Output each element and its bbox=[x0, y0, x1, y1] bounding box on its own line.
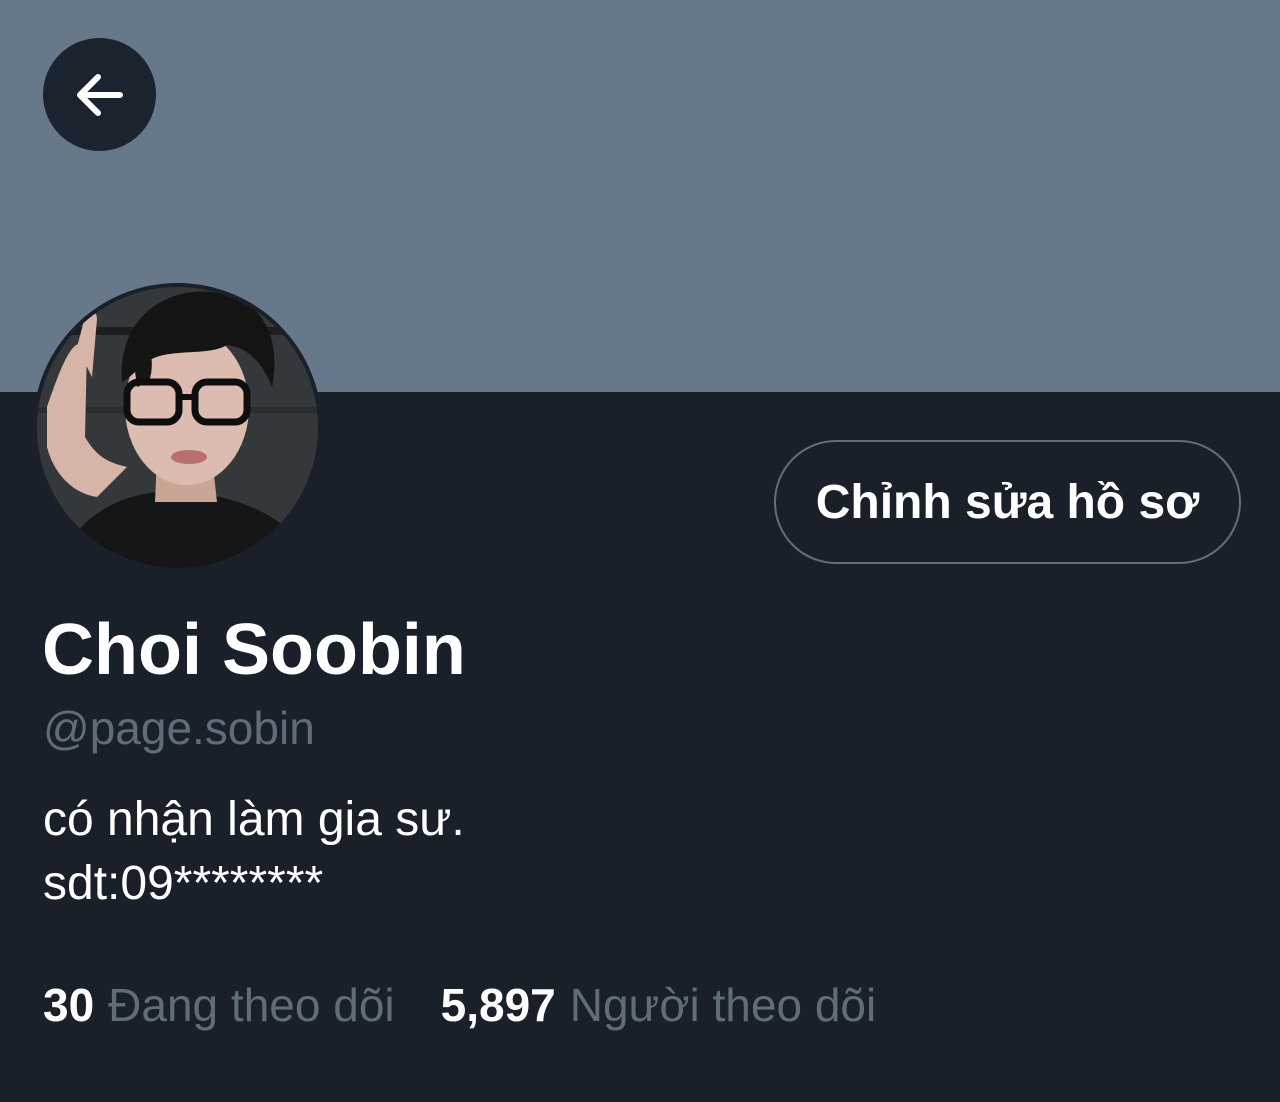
back-button[interactable] bbox=[43, 38, 156, 151]
following-label: Đang theo dõi bbox=[108, 979, 395, 1031]
bio-line: có nhận làm gia sư. bbox=[43, 793, 465, 846]
profile-bio: có nhận làm gia sư. sdt:09******** bbox=[43, 788, 465, 916]
edit-profile-label: Chỉnh sửa hồ sơ bbox=[815, 475, 1200, 529]
follow-stats: 30 Đang theo dõi 5,897 Người theo dõi bbox=[43, 975, 876, 1035]
following-stat[interactable]: 30 Đang theo dõi bbox=[43, 975, 395, 1035]
following-count: 30 bbox=[43, 979, 95, 1031]
avatar-photo bbox=[37, 287, 318, 568]
avatar[interactable] bbox=[33, 283, 322, 572]
followers-stat[interactable]: 5,897 Người theo dõi bbox=[441, 975, 877, 1035]
bio-line: sdt:09******** bbox=[43, 857, 324, 910]
username-handle: @page.sobin bbox=[43, 702, 315, 754]
arrow-left-icon bbox=[76, 73, 123, 116]
edit-profile-button[interactable]: Chỉnh sửa hồ sơ bbox=[774, 440, 1241, 564]
display-name: Choi Soobin bbox=[42, 610, 466, 690]
followers-count: 5,897 bbox=[440, 979, 556, 1031]
followers-label: Người theo dõi bbox=[569, 979, 877, 1031]
